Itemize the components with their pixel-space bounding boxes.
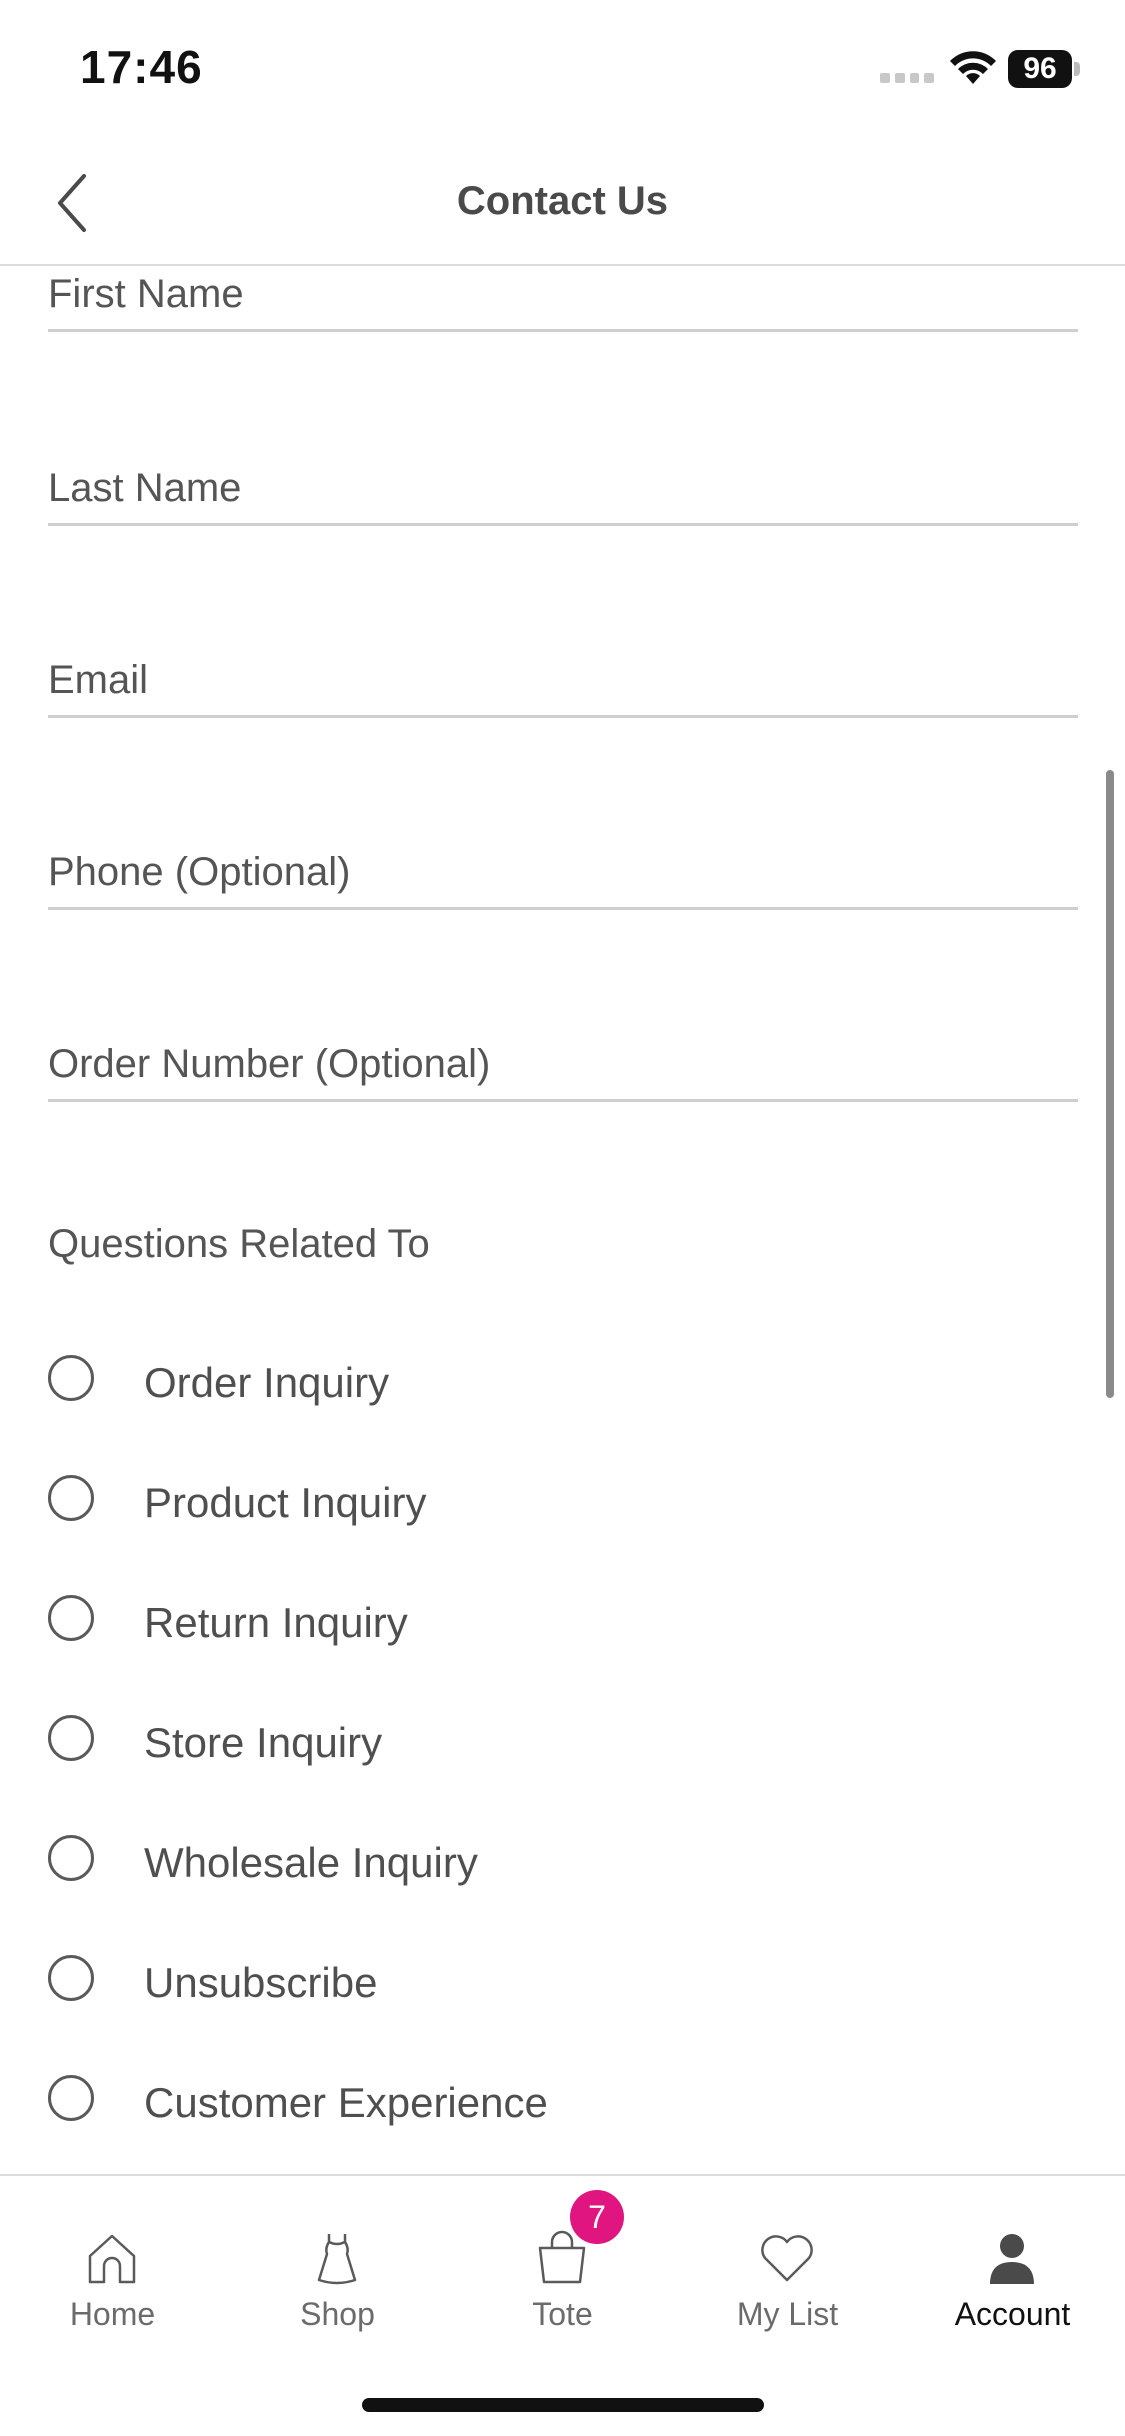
radio-product-inquiry[interactable]: Product Inquiry — [48, 1463, 1048, 1543]
heart-icon — [761, 2235, 813, 2282]
radio-store-inquiry[interactable]: Store Inquiry — [48, 1703, 1048, 1783]
status-bar: 17:46 96 — [0, 0, 1125, 140]
tab-tote[interactable]: Tote — [450, 2176, 675, 2356]
first-name-label: First Name — [48, 272, 244, 316]
signal-icon — [880, 73, 934, 85]
tab-tote-label: Tote — [532, 2296, 593, 2332]
radio-label: Wholesale Inquiry — [144, 1839, 478, 1886]
tab-account[interactable]: Account — [900, 2176, 1125, 2356]
radio-button[interactable] — [48, 1715, 94, 1761]
battery-level: 96 — [1008, 50, 1072, 88]
tab-shop-label: Shop — [300, 2296, 375, 2332]
radio-label: Order Inquiry — [144, 1359, 390, 1406]
radio-button[interactable] — [48, 2075, 94, 2121]
radio-label: Unsubscribe — [144, 1959, 378, 2006]
radio-button[interactable] — [48, 1835, 94, 1881]
last-name-label: Last Name — [48, 466, 242, 510]
radio-customer-experience[interactable]: Customer Experience — [48, 2063, 1048, 2143]
back-button[interactable] — [44, 168, 104, 238]
radio-label: Store Inquiry — [144, 1719, 383, 1766]
email-field[interactable]: Email — [48, 638, 1078, 718]
page-title: Contact Us — [456, 179, 669, 223]
email-label: Email — [48, 658, 149, 702]
tab-shop[interactable]: Shop — [225, 2176, 450, 2356]
radio-return-inquiry[interactable]: Return Inquiry — [48, 1583, 1048, 1663]
radio-label: Product Inquiry — [144, 1479, 427, 1526]
tab-my-list[interactable]: My List — [675, 2176, 900, 2356]
last-name-field[interactable]: Last Name — [48, 446, 1078, 526]
radio-button[interactable] — [48, 1595, 94, 1641]
status-time: 17:46 — [80, 41, 203, 93]
tab-my-list-label: My List — [736, 2296, 839, 2332]
radio-order-inquiry[interactable]: Order Inquiry — [48, 1343, 1048, 1423]
tote-count-badge: 7 — [570, 2190, 624, 2244]
wifi-icon — [950, 51, 996, 84]
radio-button[interactable] — [48, 1355, 94, 1401]
radio-label: Return Inquiry — [144, 1599, 408, 1646]
battery-icon: 96 — [1008, 50, 1080, 88]
radio-button[interactable] — [48, 1955, 94, 2001]
first-name-field[interactable]: First Name — [48, 252, 1078, 332]
phone-label: Phone (Optional) — [48, 850, 351, 894]
order-number-field[interactable]: Order Number (Optional) — [48, 1022, 1078, 1102]
radio-unsubscribe[interactable]: Unsubscribe — [48, 1943, 1048, 2023]
dress-icon — [317, 2234, 357, 2285]
person-icon — [990, 2234, 1034, 2284]
radio-wholesale-inquiry[interactable]: Wholesale Inquiry — [48, 1823, 1048, 1903]
tab-bar: Home Shop Tote My List Account 7 — [0, 2174, 1125, 2436]
radio-button[interactable] — [48, 1475, 94, 1521]
phone-field[interactable]: Phone (Optional) — [48, 830, 1078, 910]
contact-us-screen: 17:46 96 Contact Us First Name Last Name… — [0, 0, 1125, 2436]
tab-home-label: Home — [69, 2296, 156, 2332]
radio-label: Customer Experience — [144, 2079, 548, 2126]
tab-account-label: Account — [954, 2296, 1071, 2332]
order-number-label: Order Number (Optional) — [48, 1042, 491, 1086]
home-indicator[interactable] — [362, 2398, 764, 2412]
nav-header: Contact Us — [0, 140, 1125, 266]
scrollbar[interactable] — [1106, 770, 1114, 1398]
tab-home[interactable]: Home — [0, 2176, 225, 2356]
home-icon — [88, 2234, 136, 2284]
chevron-left-icon — [58, 174, 86, 232]
questions-related-title: Questions Related To — [48, 1222, 430, 1266]
